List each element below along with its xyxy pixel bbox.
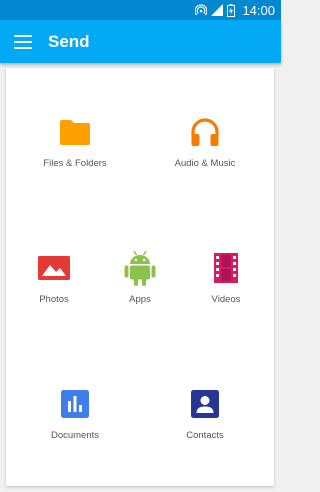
contact-icon xyxy=(191,390,219,418)
category-label: Audio & Music xyxy=(174,158,236,169)
app-bar: Send xyxy=(0,20,281,63)
status-time: 14:00 xyxy=(242,2,275,18)
bar-chart-document-icon xyxy=(61,390,89,418)
android-icon xyxy=(124,250,156,286)
hamburger-menu-icon[interactable] xyxy=(14,34,32,49)
category-videos[interactable]: Videos xyxy=(171,250,281,305)
page-title: Send xyxy=(48,31,90,51)
signal-icon xyxy=(211,4,224,16)
headphones-icon xyxy=(191,118,219,146)
category-label: Videos xyxy=(211,294,241,305)
category-documents[interactable]: Documents xyxy=(20,386,130,441)
category-label: Documents xyxy=(50,430,100,441)
photo-icon xyxy=(38,256,70,280)
category-card: Files & Folders Audio & Music Photos App… xyxy=(6,68,274,486)
category-label: Contacts xyxy=(186,430,224,441)
folder-icon xyxy=(60,120,90,145)
category-contacts[interactable]: Contacts xyxy=(150,386,260,441)
category-files-folders[interactable]: Files & Folders xyxy=(20,114,130,169)
category-audio-music[interactable]: Audio & Music xyxy=(150,114,260,169)
film-icon xyxy=(214,253,238,283)
category-label: Files & Folders xyxy=(43,158,107,169)
wifi-hotspot-icon xyxy=(195,4,208,16)
battery-icon xyxy=(227,3,236,17)
status-bar: 14:00 xyxy=(0,0,281,20)
